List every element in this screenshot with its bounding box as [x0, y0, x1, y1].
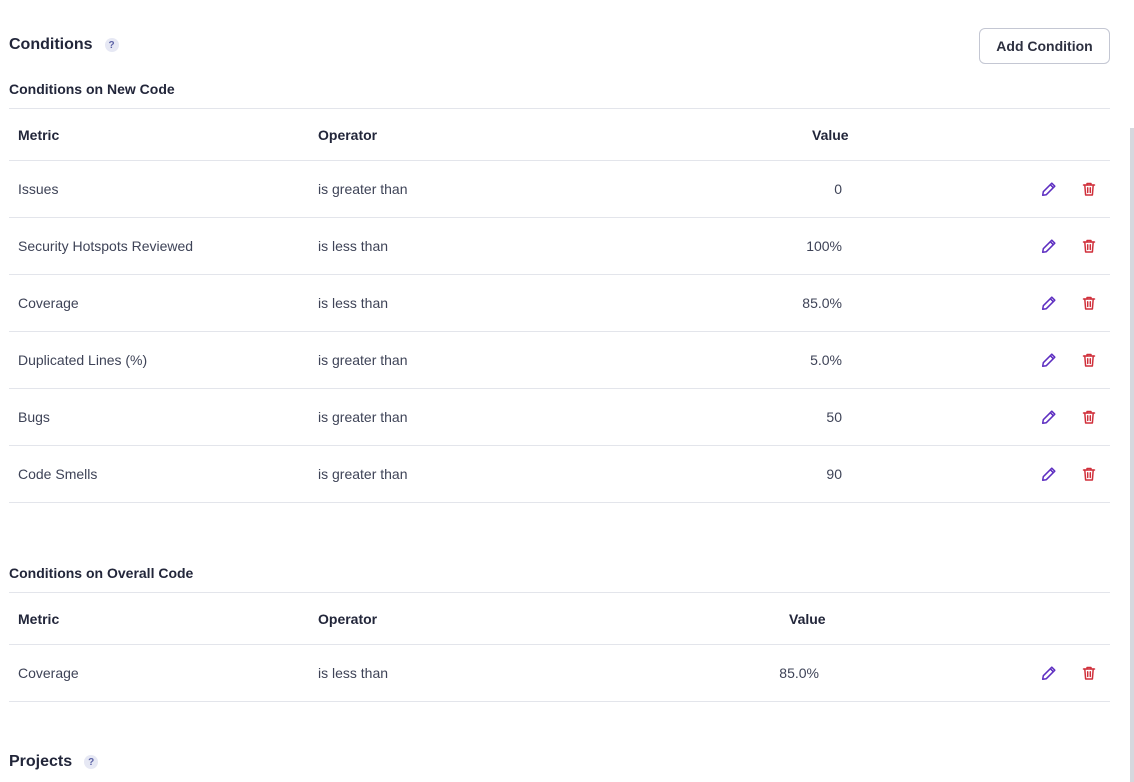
metric-cell: Coverage — [18, 665, 79, 681]
add-condition-button[interactable]: Add Condition — [979, 28, 1110, 64]
value-cell: 100% — [806, 238, 842, 254]
metric-cell: Bugs — [18, 409, 50, 425]
quality-gate-page: Conditions ? Add Condition Conditions on… — [0, 0, 1134, 782]
metric-cell: Issues — [18, 181, 59, 197]
trash-icon[interactable] — [1078, 349, 1100, 371]
trash-icon[interactable] — [1078, 662, 1100, 684]
header-metric: Metric — [18, 126, 60, 143]
header-value: Value — [812, 126, 849, 143]
conditions-help-icon[interactable]: ? — [104, 38, 119, 52]
table-header-row: Metric Operator Value — [9, 108, 1110, 161]
value-cell: 85.0% — [802, 295, 842, 311]
trash-icon[interactable] — [1078, 292, 1100, 314]
conditions-header: Conditions ? — [9, 36, 119, 54]
metric-cell: Duplicated Lines (%) — [18, 352, 148, 368]
operator-cell: is greater than — [318, 466, 408, 482]
operator-cell: is greater than — [318, 181, 408, 197]
projects-header: Projects ? — [9, 753, 99, 771]
value-cell: 90 — [826, 466, 842, 482]
pencil-icon[interactable] — [1038, 662, 1060, 684]
conditions-title: Conditions — [9, 36, 93, 53]
new-code-table: Metric Operator Value Issues is greater t… — [9, 108, 1110, 503]
operator-cell: is less than — [318, 238, 389, 254]
header-operator: Operator — [318, 610, 378, 627]
table-row: Duplicated Lines (%) is greater than 5.0% — [9, 332, 1110, 389]
table-row: Issues is greater than 0 — [9, 161, 1110, 218]
metric-cell: Coverage — [18, 295, 79, 311]
header-operator: Operator — [318, 126, 378, 143]
pencil-icon[interactable] — [1038, 406, 1060, 428]
page-scrollbar[interactable] — [1130, 128, 1134, 782]
trash-icon[interactable] — [1078, 463, 1100, 485]
operator-cell: is less than — [318, 295, 389, 311]
projects-help-icon[interactable]: ? — [84, 755, 99, 769]
table-row: Bugs is greater than 50 — [9, 389, 1110, 446]
projects-title: Projects — [9, 753, 73, 770]
overall-code-title: Conditions on Overall Code — [9, 565, 194, 581]
operator-cell: is less than — [318, 665, 389, 681]
table-row: Coverage is less than 85.0% — [9, 645, 1110, 702]
table-row: Code Smells is greater than 90 — [9, 446, 1110, 503]
pencil-icon[interactable] — [1038, 178, 1060, 200]
value-cell: 50 — [826, 409, 842, 425]
metric-cell: Code Smells — [18, 466, 98, 482]
pencil-icon[interactable] — [1038, 292, 1060, 314]
pencil-icon[interactable] — [1038, 235, 1060, 257]
pencil-icon[interactable] — [1038, 349, 1060, 371]
table-row: Coverage is less than 85.0% — [9, 275, 1110, 332]
pencil-icon[interactable] — [1038, 463, 1060, 485]
operator-cell: is greater than — [318, 352, 408, 368]
trash-icon[interactable] — [1078, 406, 1100, 428]
value-cell: 5.0% — [810, 352, 842, 368]
operator-cell: is greater than — [318, 409, 408, 425]
table-header-row: Metric Operator Value — [9, 592, 1110, 645]
value-cell: 85.0% — [779, 665, 819, 681]
overall-code-table: Metric Operator Value Coverage is less th… — [9, 592, 1110, 702]
header-metric: Metric — [18, 610, 60, 627]
trash-icon[interactable] — [1078, 235, 1100, 257]
new-code-title: Conditions on New Code — [9, 81, 175, 97]
header-value: Value — [789, 610, 826, 627]
metric-cell: Security Hotspots Reviewed — [18, 238, 194, 254]
value-cell: 0 — [834, 181, 842, 197]
trash-icon[interactable] — [1078, 178, 1100, 200]
table-row: Security Hotspots Reviewed is less than 10… — [9, 218, 1110, 275]
